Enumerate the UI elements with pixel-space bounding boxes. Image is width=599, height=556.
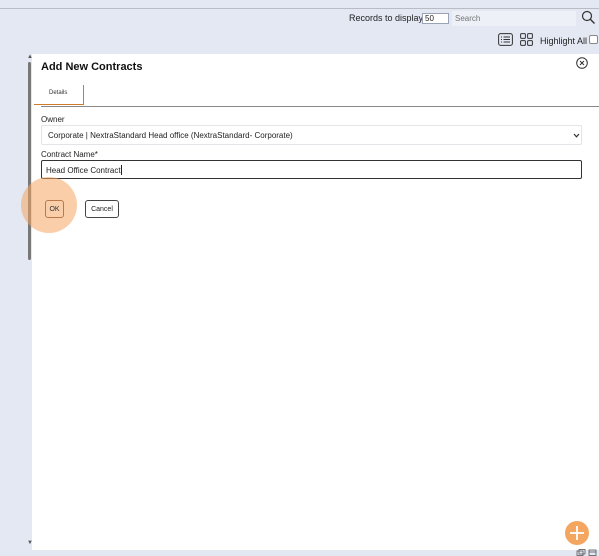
close-icon[interactable] (576, 57, 588, 69)
records-to-display-input[interactable]: 50 (422, 13, 449, 24)
search-icon[interactable] (581, 10, 596, 25)
plus-icon (570, 526, 584, 540)
owner-select[interactable]: Corporate | NextraStandard Head office (… (41, 125, 582, 145)
add-fab-button[interactable] (565, 521, 589, 545)
contract-name-text: Head Office Contract (46, 166, 121, 175)
tab-details[interactable]: Details (34, 85, 84, 105)
contract-name-input[interactable]: Head Office Contract (41, 160, 582, 179)
grid-view-icon[interactable] (520, 33, 533, 46)
toolbar: Records to display 50 (0, 9, 599, 29)
ok-button[interactable]: OK (45, 200, 64, 218)
add-contract-dialog: Add New Contracts Details Owner Corporat… (21, 54, 599, 550)
corner-window-icons (576, 549, 597, 556)
tab-details-label: Details (49, 90, 68, 96)
cancel-button[interactable]: Cancel (85, 200, 119, 218)
text-caret (120, 165, 122, 175)
records-to-display-label: Records to display (349, 13, 424, 23)
owner-selected-value: Corporate | NextraStandard Head office (… (48, 131, 293, 140)
highlight-all-checkbox[interactable] (589, 35, 598, 44)
chevron-down-icon (573, 133, 580, 138)
owner-label: Owner (41, 115, 65, 124)
view-toolbar: Highlight All (0, 30, 599, 50)
dialog-title: Add New Contracts (41, 61, 143, 73)
search-input[interactable] (452, 11, 576, 26)
contract-name-label: Contract Name* (41, 150, 98, 159)
highlight-all-label: Highlight All (540, 36, 588, 46)
scrollbar-thumb[interactable] (28, 62, 31, 260)
list-view-icon[interactable] (498, 33, 513, 46)
contract-name-value: Head Office Contract (46, 165, 122, 175)
tab-divider (41, 106, 599, 107)
